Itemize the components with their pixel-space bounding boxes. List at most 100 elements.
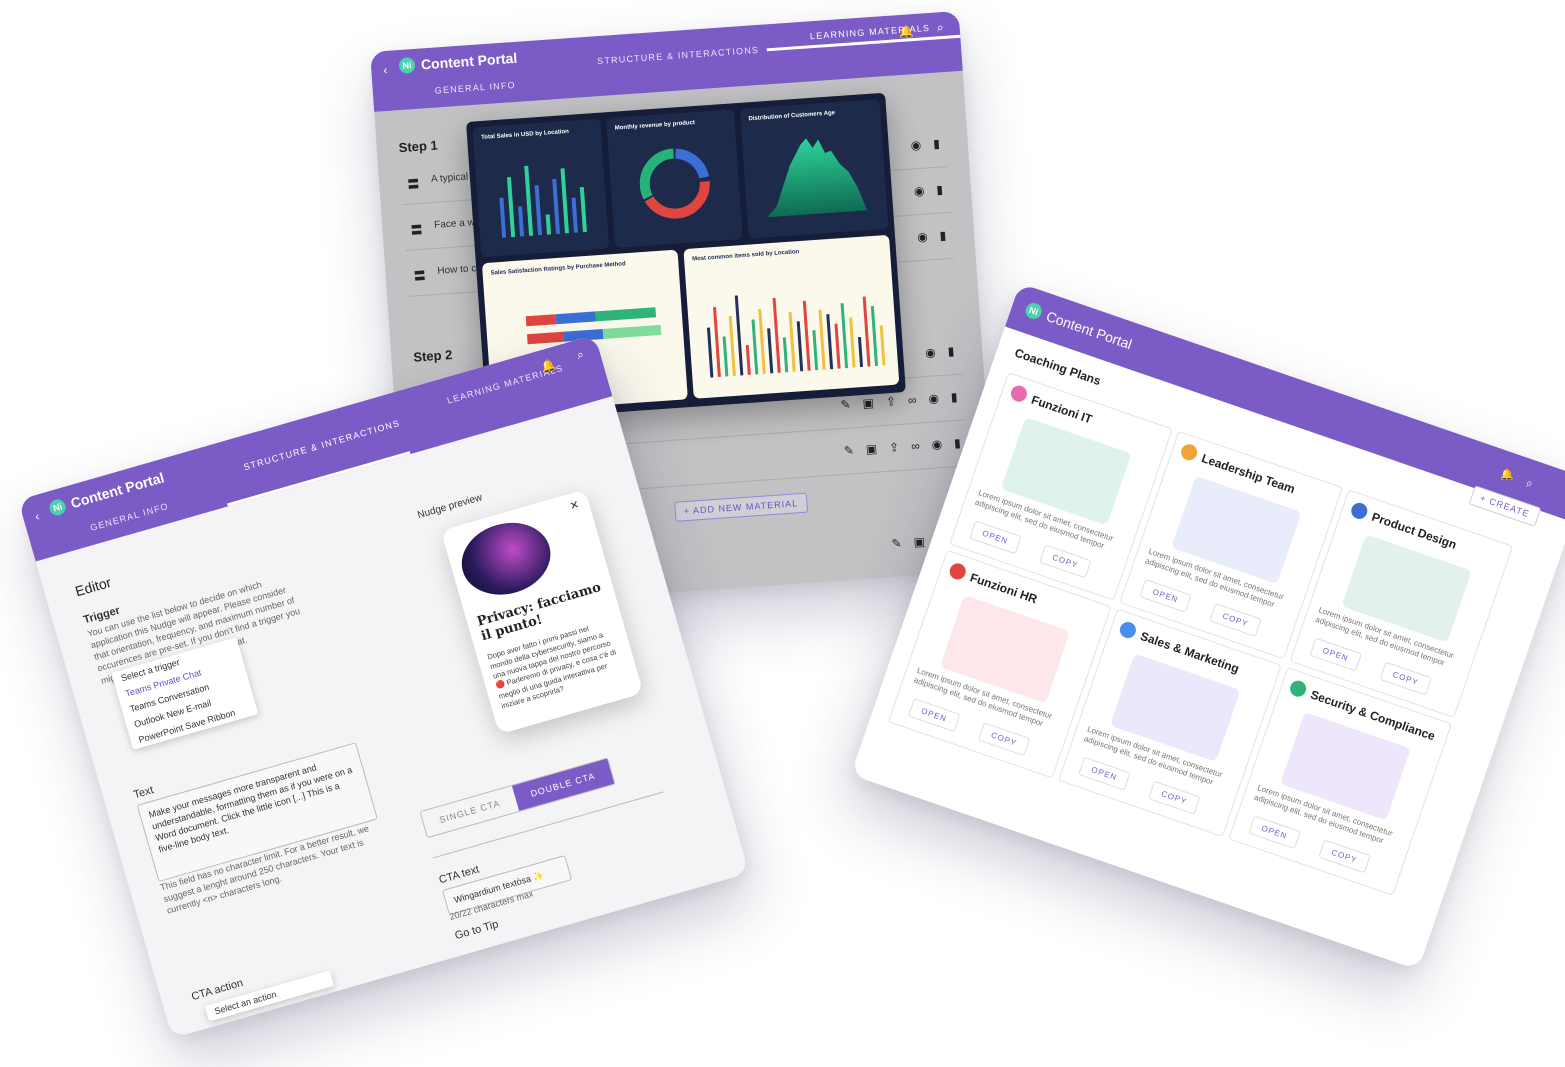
copy-button[interactable]: Copy	[1379, 661, 1432, 696]
copy-button[interactable]: Copy	[1039, 544, 1092, 579]
bar	[571, 197, 578, 233]
edit-icon[interactable]: ✎	[843, 443, 854, 458]
bar	[506, 176, 516, 238]
bar	[862, 296, 871, 367]
open-button[interactable]: Open	[1248, 815, 1301, 850]
search-icon[interactable]: ⌕	[1526, 476, 1533, 491]
tab-structure[interactable]: Structure & Interactions	[597, 45, 760, 66]
open-button[interactable]: Open	[907, 698, 961, 732]
upload-icon[interactable]: ⇪	[889, 440, 900, 455]
plan-icon	[1287, 678, 1309, 699]
bar	[879, 325, 886, 366]
eye-icon[interactable]: ◉	[913, 184, 924, 199]
trash-icon[interactable]: ▮	[954, 436, 962, 450]
open-button[interactable]: Open	[1139, 578, 1192, 613]
bar	[767, 328, 774, 374]
bar-segment	[555, 311, 597, 325]
drag-handle-icon[interactable]: 〓	[413, 267, 426, 285]
bar	[545, 214, 552, 235]
bar	[751, 319, 759, 375]
back-arrow-icon[interactable]: ‹	[33, 509, 41, 524]
bar	[552, 178, 561, 234]
bar-segment	[595, 307, 657, 322]
bar	[524, 165, 534, 236]
drag-handle-icon[interactable]: 〓	[407, 175, 420, 193]
upload-icon[interactable]: ⇪	[885, 394, 896, 409]
trash-icon[interactable]: ▮	[947, 344, 955, 358]
plan-icon	[1178, 442, 1200, 463]
drag-handle-icon[interactable]: 〓	[410, 221, 423, 239]
eye-icon[interactable]: ◉	[931, 437, 942, 452]
bar	[840, 303, 849, 369]
tab-general-info[interactable]: General Info	[434, 80, 516, 96]
plan-icon	[1349, 500, 1370, 522]
bar	[788, 311, 796, 372]
eye-icon[interactable]: ◉	[910, 138, 921, 153]
image-icon[interactable]: ▣	[865, 442, 877, 457]
search-icon[interactable]: ⌕	[575, 347, 586, 363]
bar	[782, 337, 789, 373]
plan-icon	[1008, 383, 1030, 404]
plan-icon	[1117, 619, 1139, 641]
donut-chart	[639, 148, 710, 219]
cta-action-placeholder[interactable]: Select an action	[205, 970, 334, 1021]
bell-icon[interactable]: 🔔	[898, 24, 914, 39]
bar	[560, 168, 569, 234]
brand-logo: Ni	[1023, 300, 1044, 322]
bar	[818, 309, 826, 370]
back-arrow-icon[interactable]: ‹	[383, 63, 388, 77]
nudge-preview-label: Nudge preview	[416, 492, 484, 522]
trash-icon[interactable]: ▮	[939, 228, 947, 242]
link-icon[interactable]: ∞	[911, 439, 921, 454]
tab-structure[interactable]: Structure & Interactions	[242, 418, 401, 472]
eye-icon[interactable]: ◉	[925, 345, 936, 360]
single-cta-option[interactable]: Single CTA	[421, 786, 519, 837]
link-icon[interactable]: ∞	[907, 393, 917, 408]
trash-icon[interactable]: ▮	[933, 136, 941, 150]
open-button[interactable]: Open	[1078, 756, 1131, 791]
bar	[796, 321, 804, 372]
bar	[579, 186, 587, 233]
brand: Ni Content Portal	[398, 49, 518, 74]
bar	[772, 297, 781, 373]
bar	[802, 300, 811, 371]
brand-name: Content Portal	[420, 49, 518, 73]
eye-icon[interactable]: ◉	[928, 391, 939, 406]
chart-sales-by-location: Total Sales in USD by Location	[472, 118, 610, 258]
open-button[interactable]: Open	[969, 520, 1022, 555]
double-cta-option[interactable]: Double CTA	[511, 758, 614, 811]
chart-items-by-location: Most common items sold by Location	[683, 234, 900, 399]
copy-button[interactable]: Copy	[1209, 603, 1262, 637]
bar	[722, 336, 729, 377]
nudge-preview-card: ✕ Privacy: facciamo il punto! Dopo aver …	[440, 489, 644, 735]
brand: Ni Content Portal	[1023, 300, 1134, 352]
go-to-tip-label: Go to Tip	[453, 918, 500, 943]
edit-icon[interactable]: ✎	[840, 397, 851, 412]
bar	[745, 344, 751, 375]
image-icon[interactable]: ▣	[913, 535, 925, 550]
copy-button[interactable]: Copy	[977, 722, 1031, 757]
brand-logo: Ni	[398, 56, 416, 74]
cta-toggle[interactable]: Single CTA Double CTA	[419, 757, 616, 839]
copy-button[interactable]: Copy	[1148, 780, 1201, 815]
plan-icon	[947, 561, 968, 582]
tab-general-info[interactable]: General Info	[89, 501, 170, 533]
search-icon[interactable]: ⌕	[936, 20, 944, 35]
bar-chart	[499, 165, 587, 238]
cta-action-dropdown[interactable]: Select an action	[204, 970, 335, 1022]
copy-button[interactable]: Copy	[1318, 839, 1371, 874]
eye-icon[interactable]: ◉	[917, 230, 928, 245]
image-icon[interactable]: ▣	[862, 396, 874, 411]
chart-monthly-revenue: Monthly revenue by product	[606, 109, 743, 248]
bar	[706, 327, 714, 378]
bell-icon[interactable]: 🔔	[1500, 468, 1514, 481]
trash-icon[interactable]: ▮	[936, 182, 944, 196]
bar	[857, 336, 864, 368]
open-button[interactable]: Open	[1309, 637, 1362, 672]
nudge-image	[453, 512, 560, 605]
trash-icon[interactable]: ▮	[950, 390, 958, 404]
add-material-label: Add new material	[692, 498, 799, 516]
add-material-button[interactable]: + Add new material	[674, 492, 808, 522]
edit-icon[interactable]: ✎	[891, 536, 902, 551]
close-icon[interactable]: ✕	[568, 498, 580, 513]
